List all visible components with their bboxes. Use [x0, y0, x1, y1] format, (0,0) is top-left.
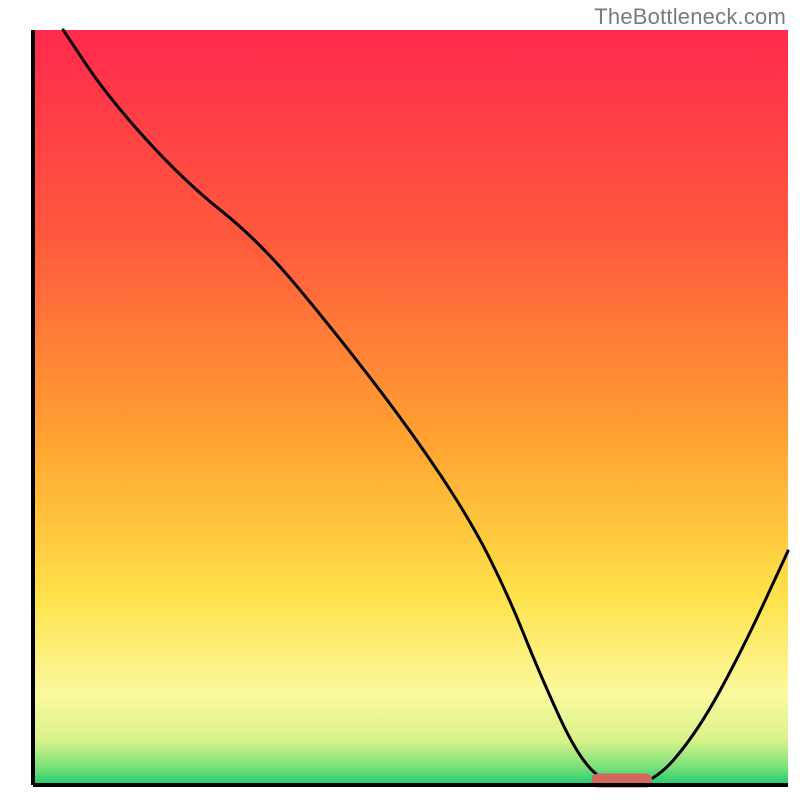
bottleneck-chart [0, 0, 800, 800]
chart-background-gradient [33, 30, 788, 785]
watermark-text: TheBottleneck.com [594, 4, 786, 30]
